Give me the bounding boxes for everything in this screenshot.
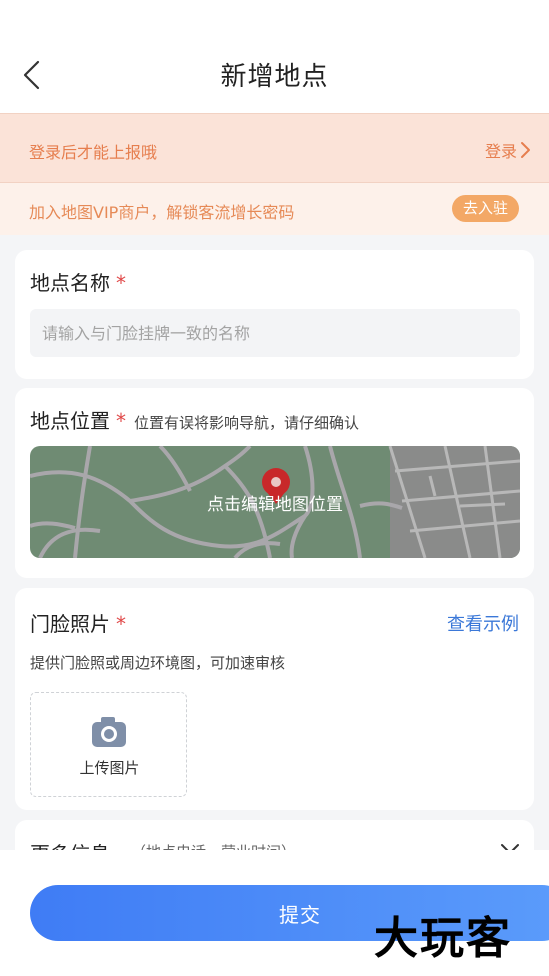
- upload-photo-label: 上传图片: [79, 759, 140, 777]
- vip-banner-text: 加入地图VIP商户，解锁客流增长密码: [29, 203, 295, 222]
- login-link[interactable]: 登录: [485, 138, 517, 162]
- login-banner-text: 登录后才能上报哦: [29, 143, 158, 162]
- storefront-photo-label: 门脸照片 *: [30, 612, 126, 636]
- camera-icon: [92, 717, 126, 747]
- storefront-photo-card: 门脸照片 * 查看示例 提供门脸照或周边环境图，可加速审核 上传图片: [15, 588, 534, 810]
- location-note: 位置有误将影响导航，请仔细确认: [134, 414, 360, 432]
- place-location-label: 地点位置 * 位置有误将影响导航，请仔细确认: [30, 409, 360, 433]
- vip-banner: 加入地图VIP商户，解锁客流增长密码 去入驻: [0, 183, 549, 235]
- place-name-card: 地点名称 *: [15, 250, 534, 379]
- required-mark: *: [116, 409, 126, 433]
- place-name-label: 地点名称 *: [30, 271, 126, 295]
- place-name-input[interactable]: [30, 309, 520, 357]
- required-mark: *: [116, 271, 126, 295]
- login-banner: 登录后才能上报哦 登录: [0, 113, 549, 183]
- top-bar: 新增地点: [0, 0, 549, 113]
- map-preview[interactable]: 点击编辑地图位置: [30, 446, 520, 558]
- join-button[interactable]: 去入驻: [451, 195, 519, 222]
- photo-hint: 提供门脸照或周边环境图，可加速审核: [30, 654, 286, 672]
- chevron-right-icon[interactable]: [519, 141, 531, 159]
- required-mark: *: [116, 612, 126, 636]
- upload-photo-button[interactable]: 上传图片: [30, 692, 187, 797]
- place-location-card: 地点位置 * 位置有误将影响导航，请仔细确认 点击编辑地图位置: [15, 388, 534, 578]
- view-example-link[interactable]: 查看示例: [447, 610, 519, 636]
- watermark: 大玩客: [374, 913, 512, 964]
- map-edit-label: 点击编辑地图位置: [207, 495, 343, 515]
- page-title: 新增地点: [220, 62, 329, 92]
